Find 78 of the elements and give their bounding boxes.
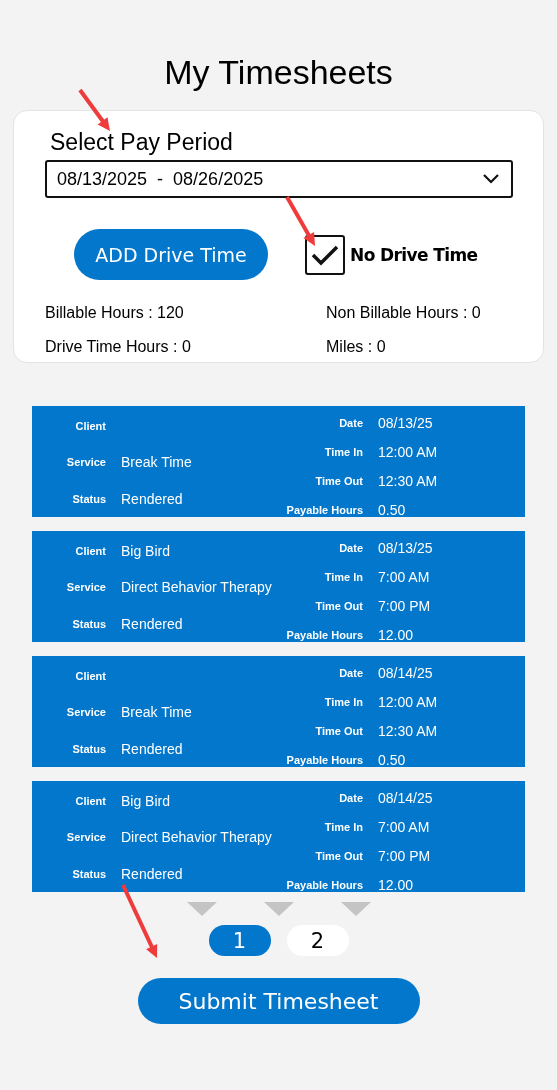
field-label: Status <box>71 868 106 880</box>
field-label: Status <box>71 493 106 505</box>
field-label: Client <box>74 420 106 432</box>
stat-text: Miles : 0 <box>326 338 387 356</box>
field-value: Break Time <box>121 704 193 720</box>
field-label: Time Out <box>314 474 363 487</box>
field-value: 12.00 <box>378 626 415 643</box>
field-label: Service <box>65 831 106 843</box>
annotation-arrow <box>78 88 110 131</box>
field-value: Big Bird <box>121 793 172 809</box>
field-value: 7:00 AM <box>378 818 431 835</box>
field-label: Date <box>338 541 363 554</box>
field-value: Rendered <box>121 616 184 632</box>
stat-text: Drive Time Hours : 0 <box>45 338 192 356</box>
triangle-icon <box>186 902 217 916</box>
field-value: 08/14/25 <box>378 789 433 806</box>
field-value: 7:00 PM <box>378 847 432 864</box>
field-value: Rendered <box>121 491 184 507</box>
field-label: Time Out <box>314 724 363 737</box>
field-value: Direct Behavior Therapy <box>121 829 273 845</box>
timesheet-entry[interactable]: Client Big Bird Service Direct Behavior Therapy Status Rendered Date 08/14/25 Time In 7:00 AM Time Out 7:00 PM Payable Hours 12.00 <box>32 781 525 892</box>
field-value: 12:30 AM <box>378 472 438 489</box>
field-label: Service <box>65 706 106 718</box>
triangle-icon <box>340 902 371 916</box>
field-value: 7:00 AM <box>378 568 431 585</box>
page-title: My Timesheets <box>164 52 393 93</box>
field-value: Direct Behavior Therapy <box>121 579 273 595</box>
field-label: Date <box>338 791 363 804</box>
chevron-down-icon <box>483 174 499 184</box>
field-value: 12:30 AM <box>378 722 438 739</box>
field-label: Time In <box>323 570 363 583</box>
field-label: Date <box>338 416 363 429</box>
checkbox[interactable] <box>305 234 345 275</box>
field-value: Break Time <box>121 454 193 470</box>
field-value: 08/14/25 <box>378 664 434 681</box>
timesheet-entry[interactable]: Client Service Break Time Status Rendered Date 08/14/25 Time In 12:00 AM Time Out 12:30 AM Payable Hours 0.50 <box>32 656 525 767</box>
field-value: Rendered <box>121 741 184 757</box>
add-drive-time-button[interactable]: ADD Drive Time <box>74 229 268 280</box>
page-button[interactable]: 1 <box>208 925 271 956</box>
field-label: Client <box>74 795 106 807</box>
page-button[interactable]: 2 <box>286 925 349 956</box>
field-value: 08/13/25 <box>378 539 433 556</box>
field-label: Payable Hours <box>285 503 363 516</box>
field-value: 0.50 <box>378 751 407 768</box>
field-label: Time In <box>323 820 363 833</box>
field-label: Client <box>74 670 106 682</box>
checkbox-label: No Drive Time <box>350 244 478 265</box>
timesheet-entry[interactable]: Client Service Break Time Status Rendered Date 08/13/25 Time In 12:00 AM Time Out 12:30 AM Payable Hours 0.50 <box>32 406 525 517</box>
pay-period-dropdown[interactable]: 08/13/2025 - 08/26/2025 <box>45 160 513 198</box>
field-label: Payable Hours <box>285 628 363 641</box>
field-label: Time In <box>323 445 363 458</box>
field-label: Payable Hours <box>285 878 363 891</box>
field-value: 12:00 AM <box>378 693 438 710</box>
field-value: Rendered <box>121 866 184 882</box>
field-value: Big Bird <box>121 543 172 559</box>
field-value: 08/13/25 <box>378 414 434 431</box>
field-label: Time Out <box>314 849 363 862</box>
field-label: Client <box>74 545 106 557</box>
field-label: Date <box>338 666 363 679</box>
field-value: 0.50 <box>378 501 407 518</box>
field-label: Time In <box>323 695 363 708</box>
field-value: 7:00 PM <box>378 597 432 614</box>
field-label: Status <box>71 743 106 755</box>
field-value: 12:00 AM <box>378 443 438 460</box>
stat-text: Billable Hours : 120 <box>45 304 185 322</box>
triangle-icon <box>263 902 294 916</box>
stat-text: Non Billable Hours : 0 <box>326 304 482 322</box>
field-value: 12.00 <box>378 876 415 893</box>
checkmark-icon <box>311 243 339 266</box>
annotation-arrow <box>285 196 315 246</box>
submit-timesheet-button[interactable]: Submit Timesheet <box>137 978 420 1024</box>
field-label: Time Out <box>314 599 363 612</box>
field-label: Select Pay Period <box>49 128 234 157</box>
field-label: Payable Hours <box>285 753 363 766</box>
field-label: Service <box>65 581 106 593</box>
timesheet-entry[interactable]: Client Big Bird Service Direct Behavior Therapy Status Rendered Date 08/13/25 Time In 7:00 AM Time Out 7:00 PM Payable Hours 12.00 <box>32 531 525 642</box>
field-label: Service <box>65 456 106 468</box>
field-label: Status <box>71 618 106 630</box>
